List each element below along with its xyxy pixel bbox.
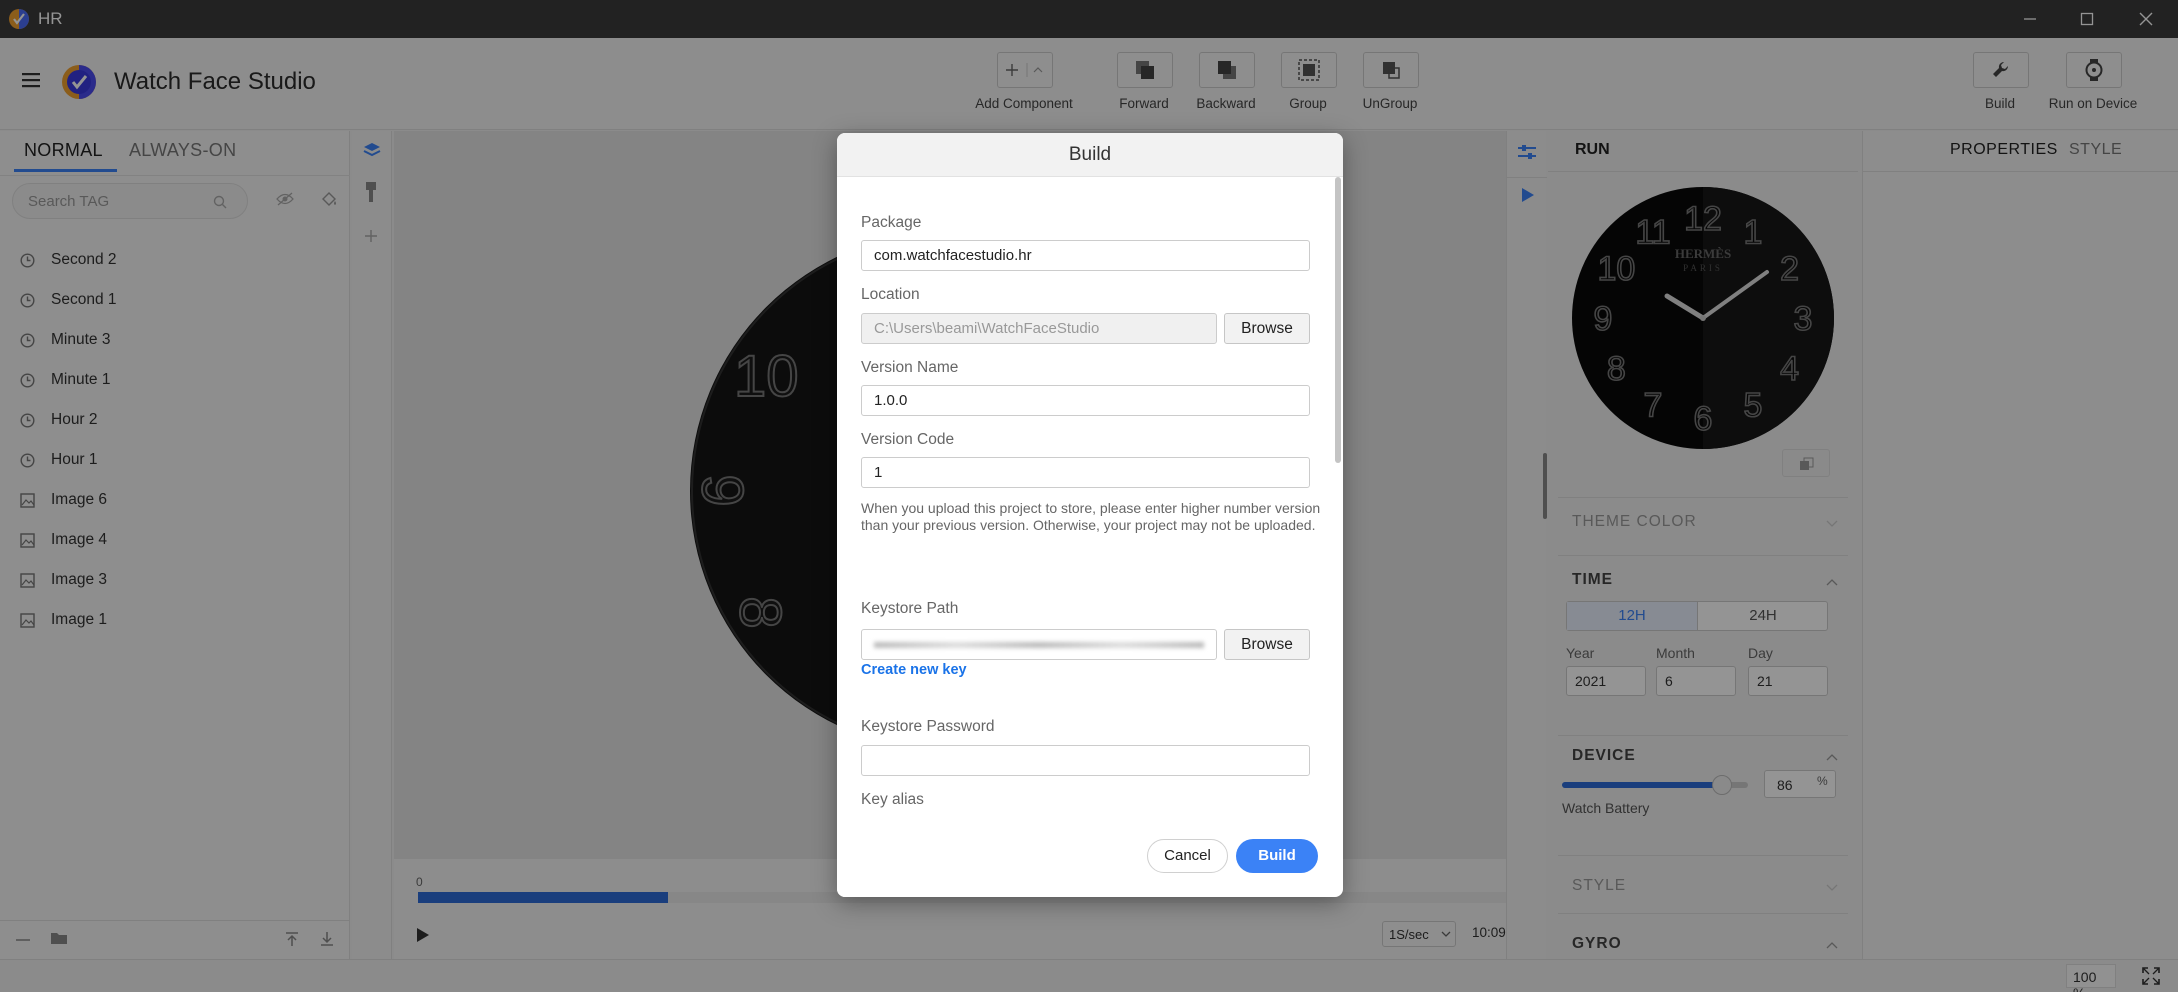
cancel-button[interactable]: Cancel <box>1147 839 1228 873</box>
dialog-scrollbar[interactable] <box>1335 177 1341 463</box>
version-code-input[interactable]: 1 <box>861 457 1310 488</box>
location-browse-button[interactable]: Browse <box>1224 313 1310 344</box>
keystore-path-input[interactable] <box>861 629 1217 660</box>
dialog-build-button[interactable]: Build <box>1236 839 1318 873</box>
package-label: Package <box>861 214 922 231</box>
build-dialog: Build Package com.watchfacestudio.hr Loc… <box>837 133 1343 897</box>
create-new-key-link[interactable]: Create new key <box>861 662 967 678</box>
keystore-path-blurred-text <box>874 642 1204 648</box>
version-name-label: Version Name <box>861 359 959 376</box>
keystore-password-input[interactable] <box>861 745 1310 776</box>
keystore-password-label: Keystore Password <box>861 718 995 735</box>
version-code-label: Version Code <box>861 431 955 448</box>
keystore-browse-button[interactable]: Browse <box>1224 629 1310 660</box>
location-input: C:\Users\beami\WatchFaceStudio <box>861 313 1217 344</box>
location-label: Location <box>861 286 920 303</box>
dialog-title: Build <box>837 133 1343 177</box>
key-alias-label: Key alias <box>861 791 924 808</box>
version-name-input[interactable]: 1.0.0 <box>861 385 1310 416</box>
version-note: When you upload this project to store, p… <box>861 500 1321 533</box>
keystore-path-label: Keystore Path <box>861 600 959 617</box>
package-input[interactable]: com.watchfacestudio.hr <box>861 240 1310 271</box>
